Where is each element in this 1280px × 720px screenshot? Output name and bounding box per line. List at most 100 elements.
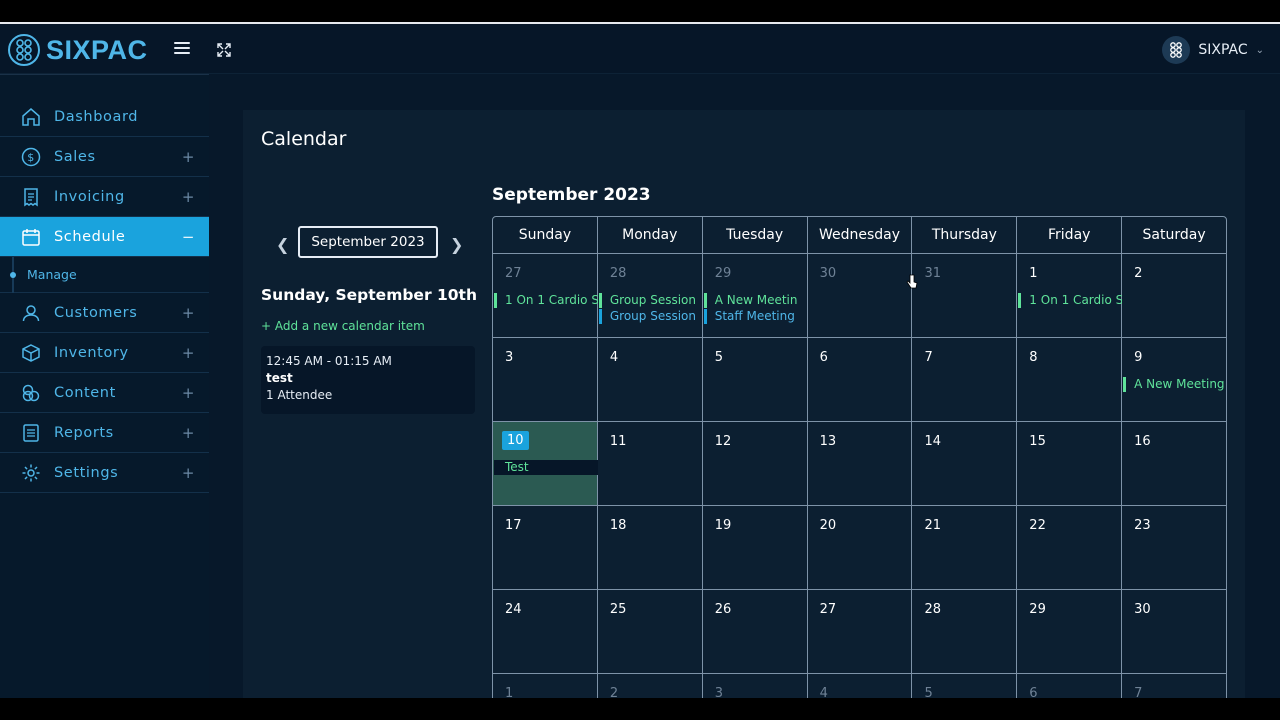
day-number: 2	[609, 686, 619, 698]
expand-icon[interactable]: +	[182, 148, 195, 166]
sidebar-item-dashboard[interactable]: Dashboard	[0, 97, 209, 137]
calendar-event[interactable]: A New Meeting	[1123, 377, 1227, 392]
expand-icon[interactable]: +	[182, 424, 195, 442]
calendar-day-cell[interactable]: 10 Test	[493, 422, 598, 506]
weekday-label: Thursday	[912, 217, 1018, 253]
calendar-day-cell[interactable]: 19	[702, 506, 808, 590]
sidebar-item-settings[interactable]: Settings +	[0, 453, 209, 493]
day-number: 3	[505, 350, 514, 365]
day-number: 5	[714, 350, 723, 365]
menu-toggle-icon[interactable]	[174, 42, 190, 56]
sidebar-item-sales[interactable]: $ Sales +	[0, 137, 209, 177]
expand-icon[interactable]: +	[182, 344, 195, 362]
day-number: 30	[1134, 602, 1151, 617]
calendar-day-cell[interactable]: 9 A New Meeting	[1122, 338, 1228, 422]
calendar-day-cell[interactable]: 6	[1017, 674, 1123, 698]
calendar-day-cell[interactable]: 1	[493, 674, 598, 698]
day-number: 25	[609, 602, 627, 617]
expand-icon[interactable]: +	[182, 304, 195, 322]
calendar-day-cell[interactable]: 14	[912, 422, 1018, 506]
calendar-day-cell[interactable]: 30	[807, 254, 913, 338]
calendar-day-cell[interactable]: 22	[1017, 506, 1123, 590]
sidebar-item-customers[interactable]: Customers +	[0, 293, 209, 333]
day-number: 10	[502, 431, 529, 450]
calendar-day-cell[interactable]: 7	[1122, 674, 1228, 698]
calendar-day-cell[interactable]: 4	[808, 674, 913, 698]
calendar-event[interactable]: 1 On 1 Cardio S	[494, 293, 598, 308]
expand-icon[interactable]: +	[182, 384, 195, 402]
sidebar-subitem-manage[interactable]: Manage	[0, 257, 209, 293]
calendar-day-cell[interactable]: 16	[1122, 422, 1228, 506]
day-number: 4	[819, 686, 828, 698]
calendar-day-cell[interactable]: 25	[597, 590, 703, 674]
sidebar-item-reports[interactable]: Reports +	[0, 413, 209, 453]
calendar-event[interactable]: Group Session	[598, 293, 703, 308]
calendar-day-cell[interactable]: 21	[912, 506, 1018, 590]
sidebar-item-schedule[interactable]: Schedule −	[0, 217, 209, 257]
sidebar-item-invoicing[interactable]: Invoicing +	[0, 177, 209, 217]
weekday-label: Saturday	[1142, 227, 1206, 243]
weekday-header: Sunday Monday Tuesday Wednesday Thursday…	[492, 216, 1227, 254]
calendar-day-cell[interactable]: 5	[912, 674, 1018, 698]
month-picker-button[interactable]: September 2023	[298, 226, 438, 258]
calendar-week-row: 3 4 5 6 7 8 9 A New Meeting	[492, 338, 1228, 422]
day-number: 21	[924, 518, 941, 533]
add-calendar-item-link[interactable]: + Add a new calendar item	[261, 319, 425, 333]
day-number: 5	[924, 686, 933, 698]
collapse-icon[interactable]: −	[182, 228, 195, 246]
day-number: 28	[609, 266, 627, 281]
day-number: 2	[1134, 266, 1143, 281]
day-number: 1	[1029, 266, 1038, 281]
calendar-day-cell[interactable]: 1 1 On 1 Cardio S	[1017, 254, 1123, 338]
fullscreen-icon[interactable]	[216, 42, 232, 58]
calendar-day-cell[interactable]: 5	[702, 338, 808, 422]
calendar-day-cell[interactable]: 6	[807, 338, 913, 422]
calendar-day-cell[interactable]: 3	[493, 338, 598, 422]
box-icon	[20, 342, 42, 364]
calendar-day-cell[interactable]: 23	[1122, 506, 1228, 590]
calendar-day-cell[interactable]: 28	[912, 590, 1018, 674]
calendar-event[interactable]: 1 On 1 Cardio S	[1018, 293, 1122, 308]
calendar-event[interactable]: Staff Meeting	[703, 309, 808, 324]
calendar-day-cell[interactable]: 26	[702, 590, 808, 674]
sidebar-item-content[interactable]: Content +	[0, 373, 209, 413]
calendar-day-cell[interactable]: 8	[1017, 338, 1123, 422]
sidebar-item-inventory[interactable]: Inventory +	[0, 333, 209, 373]
calendar-day-cell[interactable]: 29 A New Meetin Staff Meeting	[702, 254, 808, 338]
calendar-event[interactable]: Test	[494, 460, 598, 475]
calendar-day-cell[interactable]: 28 Group Session Group Session	[597, 254, 703, 338]
sidebar-item-label: Reports	[54, 424, 114, 441]
calendar-day-cell[interactable]: 20	[807, 506, 913, 590]
prev-month-icon[interactable]: ❮	[276, 235, 289, 254]
calendar-day-cell[interactable]: 12	[702, 422, 808, 506]
expand-icon[interactable]: +	[182, 464, 195, 482]
app-frame: SIXPAC SIXPAC ⌄ Dashboard $ Sales + Invo…	[0, 22, 1280, 698]
gear-icon	[20, 462, 42, 484]
logo[interactable]: SIXPAC	[8, 34, 148, 66]
calendar-day-cell[interactable]: 24	[493, 590, 598, 674]
day-number: 29	[1029, 602, 1046, 617]
calendar-day-cell[interactable]: 18	[597, 506, 703, 590]
expand-icon[interactable]: +	[182, 188, 195, 206]
calendar-day-cell[interactable]: 2	[598, 674, 703, 698]
calendar-day-cell[interactable]: 27	[807, 590, 913, 674]
calendar-event[interactable]: A New Meetin	[703, 293, 808, 308]
calendar-day-cell[interactable]: 11	[597, 422, 703, 506]
calendar-day-cell[interactable]: 30	[1122, 590, 1228, 674]
event-card[interactable]: 12:45 AM - 01:15 AM test 1 Attendee	[261, 346, 475, 414]
calendar-day-cell[interactable]: 29	[1017, 590, 1123, 674]
calendar-day-cell[interactable]: 17	[493, 506, 598, 590]
calendar-event[interactable]: Group Session	[598, 309, 703, 324]
calendar-day-cell[interactable]: 7	[912, 338, 1018, 422]
calendar-day-cell[interactable]: 3	[703, 674, 808, 698]
top-bar: SIXPAC SIXPAC ⌄	[0, 22, 1280, 74]
next-month-icon[interactable]: ❯	[450, 235, 463, 254]
calendar-day-cell[interactable]: 15	[1017, 422, 1123, 506]
calendar-day-cell[interactable]: 27 1 On 1 Cardio S	[493, 254, 598, 338]
user-menu[interactable]: SIXPAC ⌄	[1162, 36, 1264, 64]
calendar-day-cell[interactable]: 13	[807, 422, 913, 506]
calendar-day-cell[interactable]: 4	[597, 338, 703, 422]
calendar-day-cell[interactable]: 31	[912, 254, 1018, 338]
calendar-day-cell[interactable]: 2	[1122, 254, 1228, 338]
